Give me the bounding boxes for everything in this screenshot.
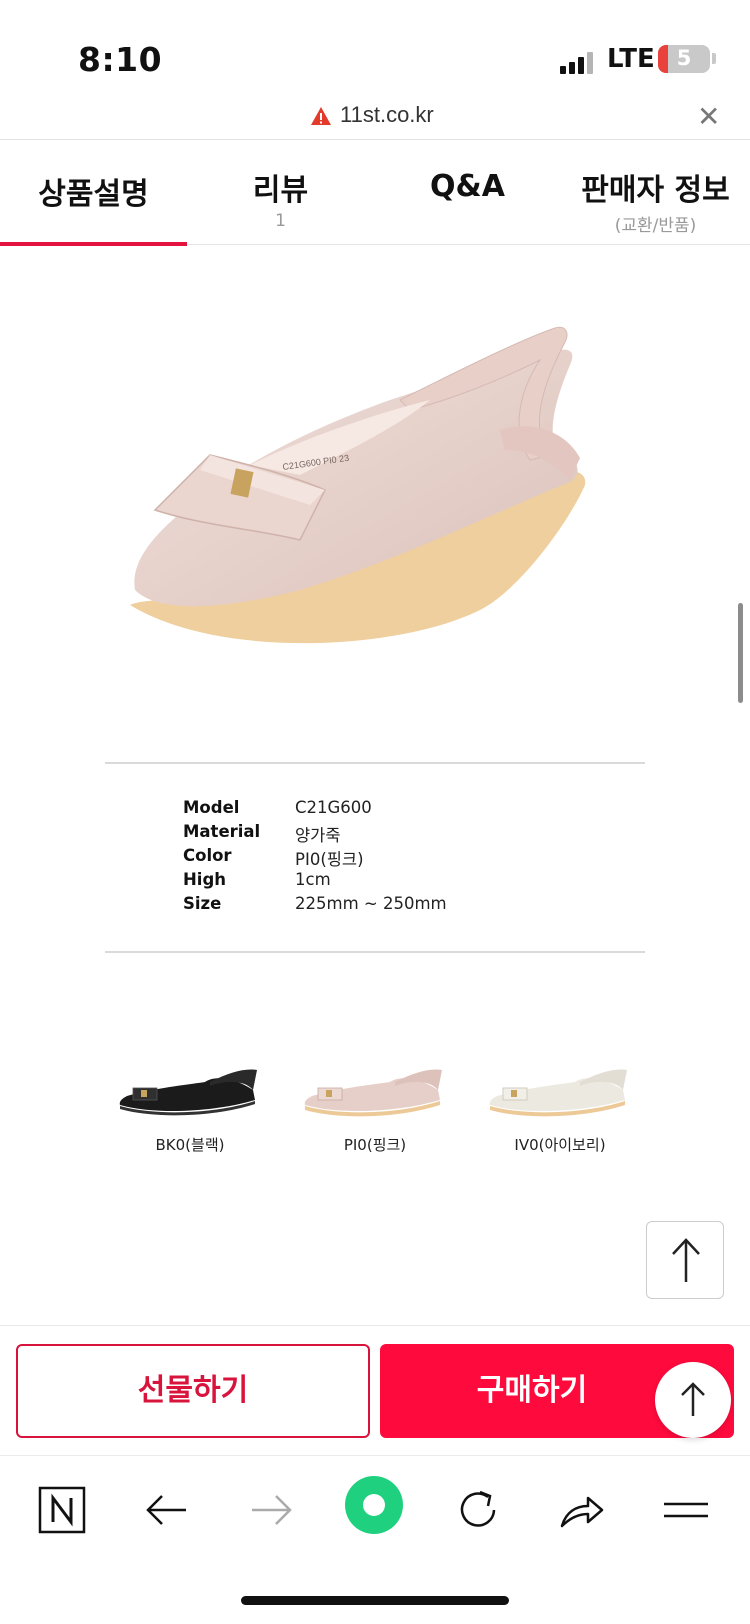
spec-key: Material <box>183 822 261 841</box>
spec-row: Color PI0(핑크) <box>183 846 447 870</box>
signal-icon <box>560 52 598 74</box>
variant-shoe-image <box>119 1069 257 1116</box>
warning-triangle-icon <box>311 107 331 125</box>
tab-label: Q&A <box>430 169 505 204</box>
product-tabs: 상품설명 리뷰 1 Q&A 판매자 정보 (교환/반품) <box>0 141 750 246</box>
spec-key: Size <box>183 894 222 913</box>
variant-pink: PI0(핑크) <box>295 1060 455 1155</box>
url-bar[interactable]: 11st.co.kr ✕ <box>0 96 750 140</box>
spec-row: Material 양가죽 <box>183 822 447 846</box>
share-icon[interactable] <box>552 1480 612 1540</box>
variant-shoe-image <box>304 1069 442 1117</box>
scrollbar[interactable] <box>738 603 743 703</box>
spec-value: PI0(핑크) <box>295 850 364 869</box>
spec-key: Model <box>183 798 240 817</box>
menu-icon[interactable] <box>656 1480 716 1540</box>
review-count: 1 <box>275 211 286 231</box>
network-type: LTE <box>607 44 655 74</box>
browser-toolbar <box>0 1455 750 1575</box>
battery-icon: 5 <box>658 45 710 73</box>
arrow-up-icon <box>672 1238 700 1282</box>
tab-qna[interactable]: Q&A <box>374 141 561 245</box>
divider <box>105 762 645 764</box>
refresh-icon[interactable] <box>448 1480 508 1540</box>
battery-level: 5 <box>676 46 692 70</box>
spec-key: High <box>183 870 227 889</box>
spec-value: 양가죽 <box>295 826 341 845</box>
scroll-top-button[interactable] <box>646 1221 724 1299</box>
spec-row: Size 225mm ~ 250mm <box>183 894 447 918</box>
variant-shoe-image <box>489 1069 627 1117</box>
tab-description[interactable]: 상품설명 <box>0 141 187 246</box>
forward-arrow-icon[interactable] <box>242 1480 302 1540</box>
gift-button[interactable]: 선물하기 <box>16 1344 370 1438</box>
arrow-up-icon <box>681 1382 705 1416</box>
url-text[interactable]: 11st.co.kr <box>340 102 434 128</box>
spec-row: Model C21G600 <box>183 798 447 822</box>
spec-key: Color <box>183 846 232 865</box>
status-bar: 8:10 LTE 5 <box>0 0 750 100</box>
tab-reviews[interactable]: 리뷰 1 <box>187 141 374 245</box>
scroll-up-fab[interactable] <box>655 1362 731 1438</box>
back-arrow-icon[interactable] <box>136 1480 196 1540</box>
battery-cap <box>712 53 716 64</box>
tab-sublabel: (교환/반품) <box>614 216 697 236</box>
spec-value: 1cm <box>295 870 331 889</box>
variant-label: BK0(블랙) <box>155 1136 225 1154</box>
variant-label: PI0(핑크) <box>343 1136 407 1154</box>
spec-value: C21G600 <box>295 798 372 817</box>
spec-table: Model C21G600 Material 양가죽 Color PI0(핑크)… <box>183 798 447 918</box>
color-variants: BK0(블랙) PI0(핑크) IV0(아이보리) <box>110 1060 640 1180</box>
purchase-bar: 선물하기 구매하기 <box>0 1325 750 1455</box>
home-indicator[interactable] <box>241 1596 509 1605</box>
tab-label: 리뷰 <box>252 173 309 208</box>
tab-label: 판매자 정보 <box>581 173 730 208</box>
divider <box>105 951 645 953</box>
tab-label: 상품설명 <box>38 177 149 212</box>
n-icon[interactable] <box>32 1480 92 1540</box>
close-icon[interactable]: ✕ <box>697 100 720 133</box>
variant-black: BK0(블랙) <box>110 1060 270 1155</box>
variant-ivory: IV0(아이보리) <box>480 1060 640 1155</box>
tab-seller-info[interactable]: 판매자 정보 (교환/반품) <box>561 141 750 245</box>
status-time: 8:10 <box>78 40 163 79</box>
spec-value: 225mm ~ 250mm <box>295 894 447 913</box>
variant-label: IV0(아이보리) <box>514 1136 606 1154</box>
product-image: C21G600 PI0 23 <box>130 326 586 644</box>
green-dot-icon[interactable] <box>343 1474 405 1536</box>
spec-row: High 1cm <box>183 870 447 894</box>
